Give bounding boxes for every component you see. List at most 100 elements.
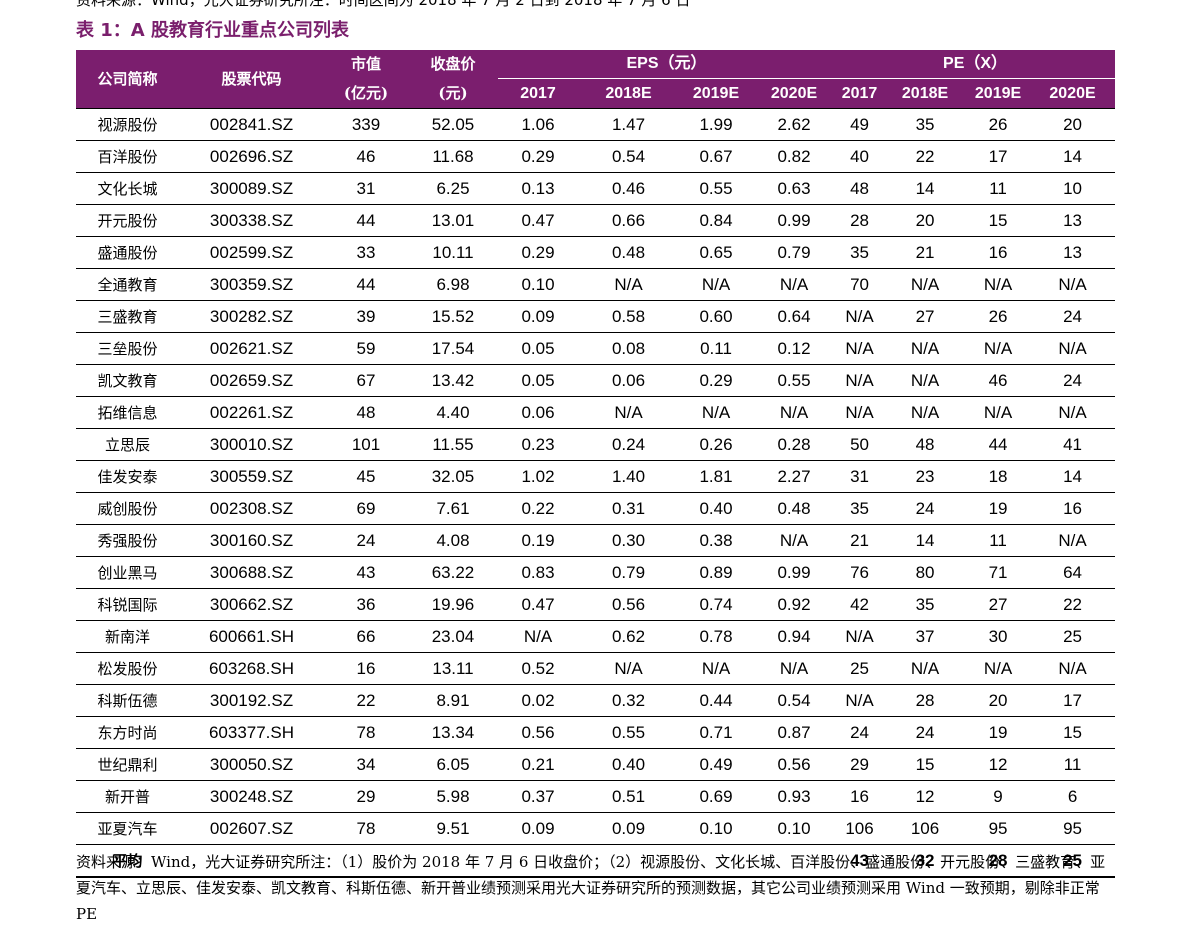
eps-cell: 0.06 bbox=[578, 364, 679, 397]
pe-cell: 24 bbox=[1030, 364, 1116, 397]
eps-cell: 0.19 bbox=[498, 524, 578, 557]
close-price-cell: 32.05 bbox=[408, 460, 498, 493]
close-price-cell: 19.96 bbox=[408, 588, 498, 621]
eps-cell: 2.62 bbox=[753, 108, 836, 141]
table-row: 拓维信息 002261.SZ 48 4.40 0.06 N/A N/A N/A N/A N/A N/… bbox=[76, 396, 1116, 429]
company-name-cell: 凯文教育 bbox=[76, 364, 179, 397]
company-name-cell: 立思辰 bbox=[76, 428, 179, 461]
pe-cell: 21 bbox=[835, 524, 885, 557]
eps-cell: 0.08 bbox=[578, 332, 679, 365]
eps-cell: N/A bbox=[498, 620, 578, 653]
eps-cell: 0.69 bbox=[679, 780, 753, 813]
close-price-cell: 9.51 bbox=[408, 812, 498, 845]
stock-code-cell: 600661.SH bbox=[179, 620, 324, 653]
table-row: 新开普 300248.SZ 29 5.98 0.37 0.51 0.69 0.93 16 12 9 6 bbox=[76, 780, 1116, 813]
pe-cell: 12 bbox=[966, 748, 1031, 781]
eps-cell: 0.58 bbox=[578, 300, 679, 333]
market-cap-cell: 69 bbox=[324, 492, 408, 525]
market-cap-cell: 29 bbox=[324, 780, 408, 813]
pe-cell: 25 bbox=[835, 652, 885, 685]
eps-cell: 0.65 bbox=[679, 236, 753, 269]
eps-cell: N/A bbox=[679, 268, 753, 301]
close-price-cell: 4.08 bbox=[408, 524, 498, 557]
header-pe-group: PE（X） bbox=[835, 50, 1116, 79]
company-name-cell: 世纪鼎利 bbox=[76, 748, 179, 781]
pe-cell: 24 bbox=[835, 716, 885, 749]
close-price-cell: 17.54 bbox=[408, 332, 498, 365]
pe-cell: 15 bbox=[966, 204, 1031, 237]
market-cap-cell: 24 bbox=[324, 524, 408, 557]
stock-code-cell: 300089.SZ bbox=[179, 172, 324, 205]
pe-cell: 30 bbox=[966, 620, 1031, 653]
eps-cell: 0.09 bbox=[578, 812, 679, 845]
eps-cell: 0.49 bbox=[679, 748, 753, 781]
eps-cell: 0.29 bbox=[498, 236, 578, 269]
pe-cell: 18 bbox=[966, 460, 1031, 493]
stock-code-cell: 300359.SZ bbox=[179, 268, 324, 301]
pe-cell: 20 bbox=[884, 204, 967, 237]
pe-cell: 21 bbox=[884, 236, 967, 269]
header-eps-group: EPS（元） bbox=[498, 50, 836, 79]
pe-cell: 26 bbox=[966, 108, 1031, 141]
eps-cell: 0.48 bbox=[578, 236, 679, 269]
header-close: 收盘价 bbox=[408, 50, 498, 79]
eps-cell: 0.46 bbox=[578, 172, 679, 205]
pe-cell: 11 bbox=[966, 524, 1031, 557]
stock-code-cell: 002659.SZ bbox=[179, 364, 324, 397]
header-mcap-unit: (亿元) bbox=[324, 78, 408, 109]
pe-cell: 71 bbox=[966, 556, 1031, 589]
pe-cell: 29 bbox=[835, 748, 885, 781]
pe-cell: 28 bbox=[835, 204, 885, 237]
pe-cell: 27 bbox=[884, 300, 967, 333]
pe-cell: N/A bbox=[966, 396, 1031, 429]
eps-cell: 0.30 bbox=[578, 524, 679, 557]
eps-cell: 0.62 bbox=[578, 620, 679, 653]
pe-cell: 13 bbox=[1030, 236, 1116, 269]
pe-cell: 46 bbox=[966, 364, 1031, 397]
eps-cell: N/A bbox=[753, 524, 836, 557]
company-name-cell: 盛通股份 bbox=[76, 236, 179, 269]
eps-cell: 0.56 bbox=[498, 716, 578, 749]
pe-cell: 23 bbox=[884, 460, 967, 493]
pe-cell: N/A bbox=[966, 652, 1031, 685]
eps-cell: 0.02 bbox=[498, 684, 578, 717]
eps-cell: 0.87 bbox=[753, 716, 836, 749]
pe-cell: 40 bbox=[835, 140, 885, 173]
close-price-cell: 63.22 bbox=[408, 556, 498, 589]
company-name-cell: 新开普 bbox=[76, 780, 179, 813]
eps-cell: N/A bbox=[679, 652, 753, 685]
eps-cell: 0.11 bbox=[679, 332, 753, 365]
company-name-cell: 百洋股份 bbox=[76, 140, 179, 173]
eps-cell: 0.47 bbox=[498, 204, 578, 237]
pe-cell: 13 bbox=[1030, 204, 1116, 237]
company-name-cell: 开元股份 bbox=[76, 204, 179, 237]
pe-cell: 49 bbox=[835, 108, 885, 141]
close-price-cell: 23.04 bbox=[408, 620, 498, 653]
pe-cell: 25 bbox=[1030, 620, 1116, 653]
table-row: 文化长城 300089.SZ 31 6.25 0.13 0.46 0.55 0.63 48 14 1… bbox=[76, 172, 1116, 205]
market-cap-cell: 48 bbox=[324, 396, 408, 429]
pe-cell: 11 bbox=[1030, 748, 1116, 781]
eps-cell: N/A bbox=[753, 396, 836, 429]
pe-cell: 41 bbox=[1030, 428, 1116, 461]
eps-cell: 0.66 bbox=[578, 204, 679, 237]
market-cap-cell: 39 bbox=[324, 300, 408, 333]
pe-cell: 17 bbox=[1030, 684, 1116, 717]
eps-cell: 0.79 bbox=[753, 236, 836, 269]
eps-cell: 0.79 bbox=[578, 556, 679, 589]
eps-cell: 0.40 bbox=[679, 492, 753, 525]
eps-cell: 0.28 bbox=[753, 428, 836, 461]
company-name-cell: 松发股份 bbox=[76, 652, 179, 685]
eps-cell: N/A bbox=[578, 268, 679, 301]
pe-cell: 26 bbox=[966, 300, 1031, 333]
close-price-cell: 52.05 bbox=[408, 108, 498, 141]
stock-code-cell: 300662.SZ bbox=[179, 588, 324, 621]
eps-cell: 0.67 bbox=[679, 140, 753, 173]
stock-code-cell: 300282.SZ bbox=[179, 300, 324, 333]
pe-cell: 15 bbox=[884, 748, 967, 781]
close-price-cell: 11.55 bbox=[408, 428, 498, 461]
close-price-cell: 6.25 bbox=[408, 172, 498, 205]
pe-cell: N/A bbox=[966, 332, 1031, 365]
eps-cell: 0.63 bbox=[753, 172, 836, 205]
pe-cell: 95 bbox=[966, 812, 1031, 845]
